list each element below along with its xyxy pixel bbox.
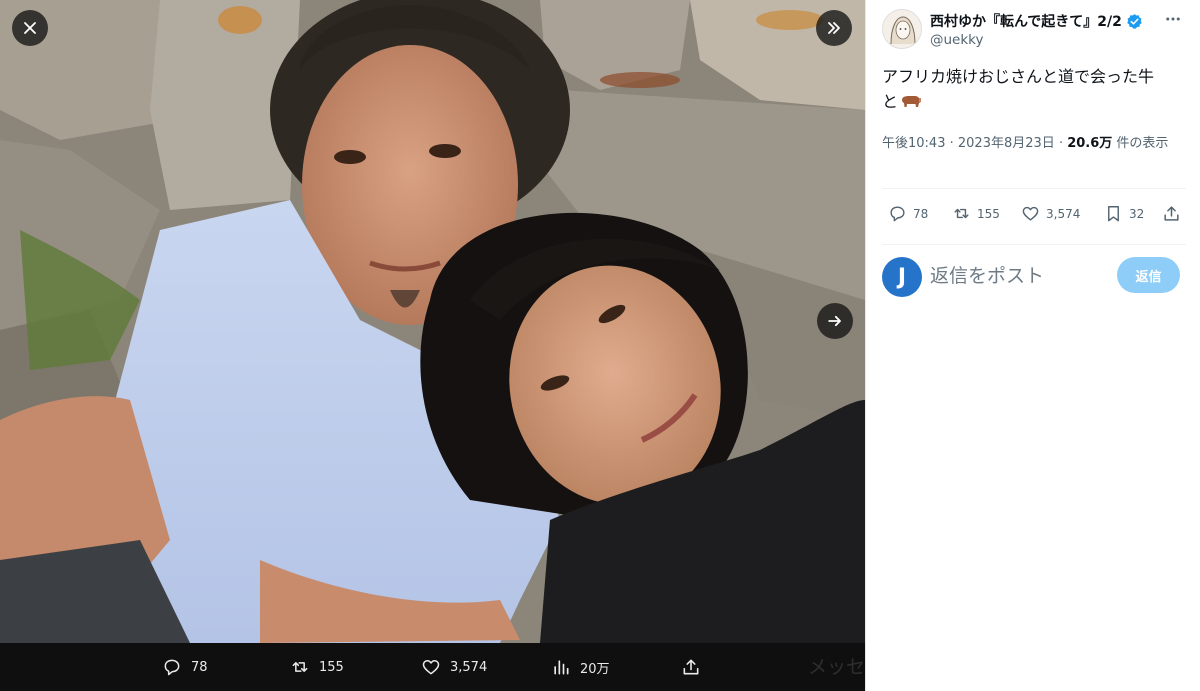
bookmark-count: 32 (1129, 206, 1145, 221)
verified-badge-icon (1127, 13, 1142, 29)
expand-panel-button[interactable] (816, 10, 852, 46)
media-viewer: 78 155 3,574 20万 メッセ (0, 0, 865, 691)
heart-icon (1022, 206, 1039, 221)
tweet-views-label: 件の表示 (1112, 136, 1169, 151)
reply-icon (164, 659, 180, 676)
close-icon (24, 22, 36, 34)
arrow-right-icon (828, 315, 841, 327)
retweet-count: 155 (977, 206, 1000, 221)
retweet-button[interactable]: 155 (952, 204, 1000, 223)
like-count: 3,574 (1046, 206, 1081, 221)
tweet-time[interactable]: 午後10:43 (882, 136, 945, 151)
tweet-text-line1: アフリカ焼けおじさんと道で会った牛 (882, 67, 1155, 86)
heart-icon (422, 660, 440, 675)
tweet-text-line2: と (882, 92, 899, 111)
messages-drawer-label[interactable]: メッセ (808, 652, 865, 679)
media-action-bar: 78 155 3,574 20万 (0, 643, 865, 691)
media-like-count: 3,574 (450, 659, 488, 675)
share-icon (1164, 206, 1179, 221)
tweet-text: アフリカ焼けおじさんと道で会った牛 と (882, 64, 1187, 114)
like-button[interactable]: 3,574 (1021, 204, 1080, 223)
more-horizontal-icon (1166, 17, 1180, 21)
reply-icon (890, 206, 905, 222)
tweet-photo (0, 0, 865, 643)
media-share-button[interactable] (681, 643, 701, 691)
more-options-button[interactable] (1162, 9, 1184, 29)
tweet-date[interactable]: 2023年8月23日 (958, 136, 1055, 151)
retweet-icon (954, 208, 969, 219)
divider (882, 188, 1186, 189)
next-image-button[interactable] (817, 303, 853, 339)
current-user-avatar[interactable]: J (882, 257, 922, 297)
cow-emoji-icon (902, 96, 922, 107)
divider (882, 244, 1186, 245)
reply-input[interactable] (930, 262, 1110, 290)
tweet-views-count: 20.6万 (1067, 136, 1113, 151)
tweet-meta: 午後10:43 · 2023年8月23日 · 20.6万 件の表示 (882, 133, 1182, 154)
meta-separator-2: · (1058, 136, 1064, 151)
double-chevron-right-icon (828, 22, 840, 34)
media-reply-button[interactable]: 78 (162, 643, 208, 691)
bookmark-button[interactable]: 32 (1104, 204, 1144, 223)
media-views-button[interactable]: 20万 (551, 643, 610, 691)
bookmark-icon (1108, 206, 1119, 222)
tweet-action-bar: 78 155 3,574 32 (882, 198, 1186, 234)
reply-count: 78 (913, 206, 929, 221)
reply-button[interactable]: 78 (888, 204, 928, 223)
tweet-detail-panel: 西村ゆか『転んで起きて』2/2 @uekky アフリカ焼けおじさんと道で会った牛… (865, 0, 1200, 691)
bar-chart-icon (554, 660, 569, 675)
meta-separator: · (949, 136, 954, 151)
media-retweet-button[interactable]: 155 (290, 643, 344, 691)
media-views-count: 20万 (580, 661, 610, 677)
reply-submit-button[interactable]: 返信 (1117, 257, 1180, 293)
media-retweet-count: 155 (319, 659, 344, 675)
close-button[interactable] (12, 10, 48, 46)
author-display-name[interactable]: 西村ゆか『転んで起きて』2/2 (930, 11, 1122, 31)
share-button[interactable] (1162, 204, 1181, 223)
media-like-button[interactable]: 3,574 (421, 643, 487, 691)
retweet-icon (292, 662, 308, 672)
media-reply-count: 78 (191, 659, 208, 675)
author-name-row[interactable]: 西村ゆか『転んで起きて』2/2 (930, 11, 1143, 31)
author-handle[interactable]: @uekky (930, 32, 984, 48)
share-icon (683, 659, 699, 675)
author-avatar[interactable] (882, 9, 922, 49)
